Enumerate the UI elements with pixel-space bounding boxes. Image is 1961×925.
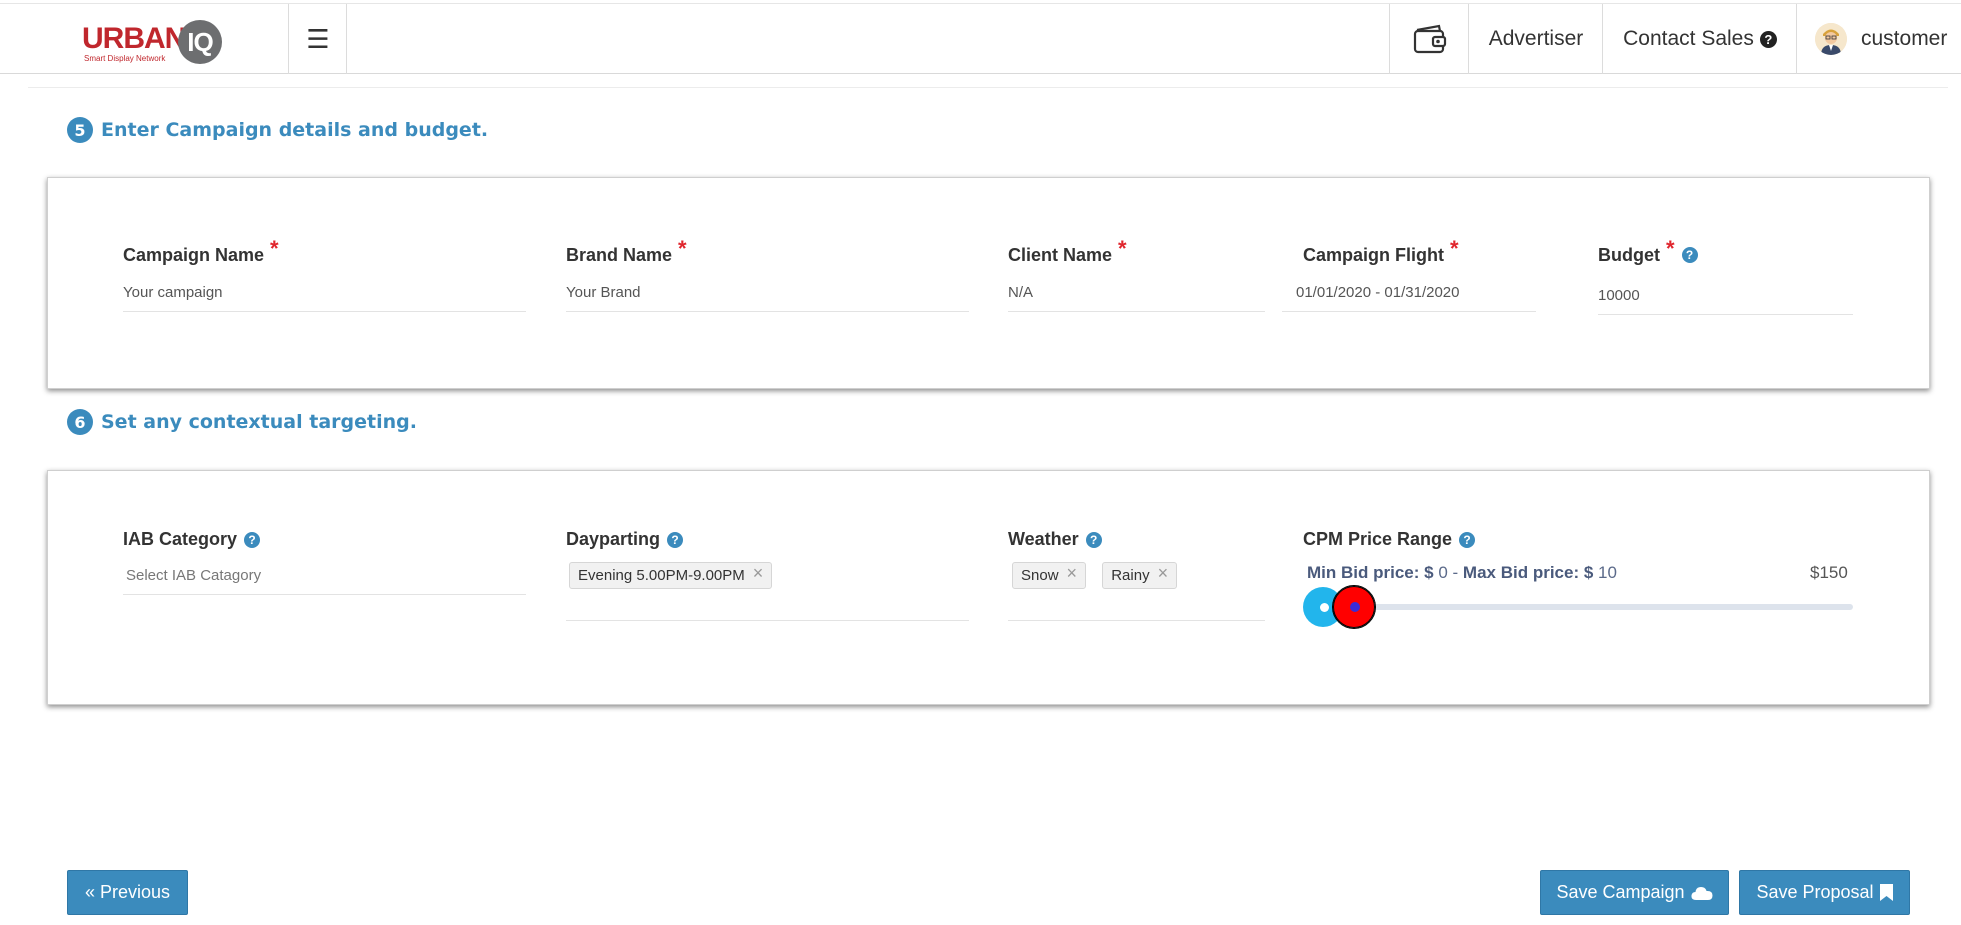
client-name-input[interactable]: N/A: [1008, 284, 1265, 312]
cpm-price-range-field: CPM Price Range ?: [1303, 529, 1476, 550]
weather-tag: Snow ×: [1012, 562, 1087, 589]
max-bid-value: 10: [1598, 563, 1617, 582]
save-campaign-button[interactable]: Save Campaign: [1540, 870, 1729, 915]
remove-tag-icon[interactable]: ×: [1158, 564, 1169, 582]
campaign-details-panel: [47, 177, 1930, 389]
question-circle-icon: ?: [1759, 30, 1777, 48]
dayparting-select[interactable]: Evening 5.00PM-9.00PM ×: [566, 562, 969, 621]
save-campaign-label: Save Campaign: [1556, 882, 1685, 902]
campaign-name-field: Campaign Name *: [123, 236, 279, 268]
cloud-icon: [1690, 886, 1713, 900]
client-name-label: Client Name: [1008, 244, 1113, 265]
save-proposal-button[interactable]: Save Proposal: [1739, 870, 1910, 915]
bookmark-icon: [1879, 884, 1893, 901]
budget-field: Budget * ?: [1598, 236, 1698, 268]
step-number-badge: 6: [67, 409, 93, 435]
campaign-flight-label: Campaign Flight: [1303, 244, 1444, 265]
nav-advertiser[interactable]: Advertiser: [1469, 4, 1603, 74]
max-bid-label: Max Bid price: $: [1462, 563, 1594, 582]
price-slider-max-handle[interactable]: [1332, 585, 1376, 629]
wallet-icon: [1413, 24, 1446, 54]
client-name-field: Client Name *: [1008, 236, 1127, 268]
logo-text: URBAN: [82, 22, 186, 55]
required-marker: *: [678, 236, 687, 261]
tag-label: Evening 5.00PM-9.00PM: [578, 567, 745, 584]
weather-select[interactable]: Snow × Rainy ×: [1008, 562, 1265, 621]
remove-tag-icon[interactable]: ×: [753, 564, 764, 582]
tag-label: Snow: [1021, 567, 1059, 584]
campaign-flight-input[interactable]: 01/01/2020 - 01/31/2020: [1282, 284, 1536, 312]
step-6-title: Set any contextual targeting.: [101, 411, 417, 433]
brand-name-label: Brand Name: [566, 244, 673, 265]
urbaniq-logo[interactable]: URBAN IQ Smart Display Network: [82, 20, 222, 64]
required-marker: *: [1118, 236, 1127, 261]
question-circle-icon[interactable]: ?: [1085, 531, 1102, 548]
price-range-max: $150: [1810, 563, 1848, 582]
min-bid-label: Min Bid price: $: [1307, 563, 1434, 582]
step-5-heading: 5 Enter Campaign details and budget.: [67, 117, 488, 143]
cpm-price-range-label: CPM Price Range: [1303, 529, 1453, 549]
question-circle-icon[interactable]: ?: [244, 531, 261, 548]
iab-category-label: IAB Category: [123, 529, 238, 549]
nav-divider: [346, 4, 347, 74]
dayparting-tag: Evening 5.00PM-9.00PM ×: [569, 562, 773, 589]
save-proposal-label: Save Proposal: [1756, 882, 1874, 902]
required-marker: *: [270, 236, 279, 261]
weather-field: Weather ?: [1008, 529, 1102, 550]
dayparting-field: Dayparting ?: [566, 529, 684, 550]
previous-label: « Previous: [84, 882, 171, 902]
logo-tagline: Smart Display Network: [84, 54, 166, 63]
step-number-badge: 5: [67, 117, 93, 143]
advertiser-label: Advertiser: [1488, 27, 1584, 50]
bid-price-readout: Min Bid price: $ 0 - Max Bid price: $ 10: [1307, 563, 1617, 583]
campaign-name-input[interactable]: Your campaign: [123, 284, 526, 312]
user-label: customer: [1861, 27, 1948, 50]
nav-contact-sales[interactable]: Contact Sales ?: [1603, 4, 1797, 74]
min-bid-value: 0: [1438, 563, 1448, 582]
question-circle-icon[interactable]: ?: [1459, 531, 1476, 548]
wallet-button[interactable]: [1390, 4, 1469, 74]
question-circle-icon[interactable]: ?: [667, 531, 684, 548]
price-slider-track[interactable]: [1305, 604, 1853, 610]
hamburger-icon: ☰: [306, 23, 330, 54]
avatar: [1815, 23, 1847, 55]
step-5-title: Enter Campaign details and budget.: [101, 119, 489, 141]
contact-sales-label: Contact Sales: [1623, 27, 1754, 50]
budget-label: Budget: [1598, 244, 1660, 265]
required-marker: *: [1666, 236, 1675, 261]
brand-name-field: Brand Name *: [566, 236, 687, 268]
user-menu[interactable]: customer: [1797, 4, 1961, 74]
previous-button[interactable]: « Previous: [67, 870, 188, 915]
campaign-name-label: Campaign Name: [123, 244, 265, 265]
logo-badge: IQ: [178, 20, 222, 64]
question-circle-icon[interactable]: ?: [1681, 247, 1698, 263]
campaign-flight-field: Campaign Flight *: [1303, 236, 1459, 268]
divider: [28, 87, 1948, 88]
dayparting-label: Dayparting: [566, 529, 661, 549]
iab-category-select[interactable]: Select IAB Catagory: [123, 567, 526, 595]
iab-category-field: IAB Category ?: [123, 529, 261, 550]
budget-input[interactable]: 10000: [1598, 287, 1853, 315]
remove-tag-icon[interactable]: ×: [1067, 564, 1078, 582]
bid-separator: -: [1452, 563, 1459, 582]
required-marker: *: [1450, 236, 1459, 261]
top-navbar: URBAN IQ Smart Display Network ☰ Adverti…: [0, 3, 1961, 74]
tag-label: Rainy: [1111, 567, 1150, 584]
step-6-heading: 6 Set any contextual targeting.: [67, 409, 417, 435]
weather-label: Weather: [1008, 529, 1079, 549]
brand-name-input[interactable]: Your Brand: [566, 284, 969, 312]
menu-toggle-button[interactable]: ☰: [289, 4, 347, 74]
weather-tag: Rainy ×: [1102, 562, 1178, 589]
